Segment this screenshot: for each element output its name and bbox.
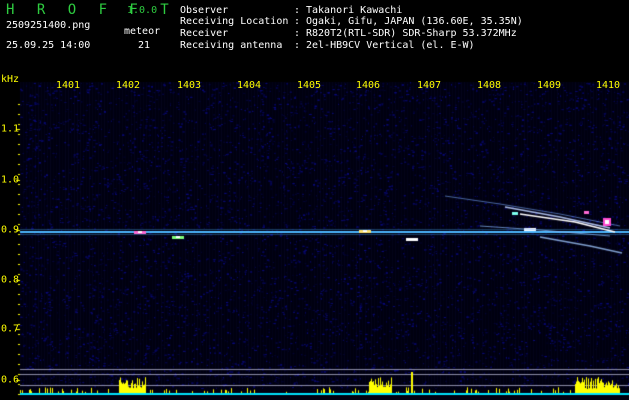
x-tick-label: 1404: [236, 80, 262, 91]
hroft-window: H R O F F T 1.0.0 2509251400.png 25.09.2…: [0, 0, 629, 400]
file-name: 2509251400.png: [6, 20, 91, 31]
app-version: 1.0.0: [127, 5, 158, 16]
location-colon: :: [294, 16, 301, 27]
observer-colon: :: [294, 5, 301, 16]
x-tick-label: 1409: [536, 80, 562, 91]
receiver-colon: :: [294, 28, 301, 39]
x-tick-label: 1401: [55, 80, 81, 91]
x-tick-label: 1405: [296, 80, 322, 91]
location-label: Receiving Location: [180, 16, 289, 27]
timestamp: 25.09.25 14:00: [6, 40, 91, 51]
y-tick-label: 1.0: [1, 174, 20, 186]
spectrogram-canvas: [0, 0, 629, 400]
x-tick-label: 1407: [416, 80, 442, 91]
meteor-count: 21: [138, 40, 151, 51]
y-tick-label: 0.7: [1, 323, 20, 335]
y-tick-label: 0.6: [1, 374, 20, 386]
x-tick-label: 1406: [355, 80, 381, 91]
observer-label: Observer: [180, 5, 229, 16]
x-tick-label: 1402: [115, 80, 141, 91]
y-tick-label: 1.1: [1, 123, 20, 135]
meteor-label: meteor: [124, 26, 161, 37]
x-tick-label: 1408: [476, 80, 502, 91]
location-value: Ogaki, Gifu, JAPAN (136.60E, 35.35N): [306, 16, 523, 27]
receiver-value: R820T2(RTL-SDR) SDR-Sharp 53.372MHz: [306, 28, 517, 39]
antenna-label: Receiving antenna: [180, 40, 283, 51]
observer-value: Takanori Kawachi: [306, 5, 403, 16]
x-tick-label: 1410: [595, 80, 621, 91]
frequency-unit: kHz: [1, 74, 20, 85]
antenna-value: 2el-HB9CV Vertical (el. E-W): [306, 40, 475, 51]
y-tick-label: 0.9: [1, 224, 20, 236]
y-tick-label: 0.8: [1, 274, 20, 286]
receiver-label: Receiver: [180, 28, 229, 39]
antenna-colon: :: [294, 40, 301, 51]
x-tick-label: 1403: [176, 80, 202, 91]
